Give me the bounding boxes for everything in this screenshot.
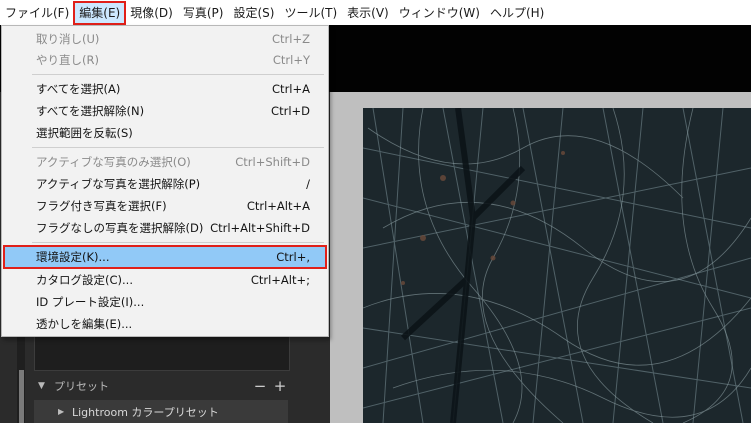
- add-preset-button[interactable]: +: [270, 377, 290, 395]
- menu-view[interactable]: 表示(V): [342, 2, 394, 24]
- presets-header[interactable]: ▼ プリセット − +: [34, 376, 290, 396]
- photo-preview[interactable]: [363, 108, 751, 423]
- menu-photo[interactable]: 写真(P): [178, 2, 229, 24]
- menu-item-undo[interactable]: 取り消し(U) Ctrl+Z: [4, 28, 326, 49]
- menu-item-invert-selection[interactable]: 選択範囲を反転(S): [4, 122, 326, 143]
- menu-bar: ファイル(F) 編集(E) 現像(D) 写真(P) 設定(S) ツール(T) 表…: [0, 0, 751, 26]
- panel-scrollbar-thumb[interactable]: [19, 370, 24, 423]
- menu-item-select-active-only[interactable]: アクティブな写真のみ選択(O) Ctrl+Shift+D: [4, 151, 326, 172]
- menu-item-deselect-active[interactable]: アクティブな写真を選択解除(P) /: [4, 173, 326, 194]
- menu-tools[interactable]: ツール(T): [279, 2, 342, 24]
- menu-item-select-all[interactable]: すべてを選択(A) Ctrl+A: [4, 78, 326, 99]
- menu-separator: [32, 242, 324, 243]
- menu-item-deselect-unflagged[interactable]: フラグなしの写真を選択解除(D) Ctrl+Alt+Shift+D: [4, 217, 326, 238]
- menu-item-deselect-all[interactable]: すべてを選択解除(N) Ctrl+D: [4, 100, 326, 121]
- triangle-down-icon[interactable]: ▼: [38, 381, 54, 391]
- preset-folder-row[interactable]: ▶ Lightroom カラープリセット: [34, 400, 288, 423]
- branches-photo: [363, 108, 751, 423]
- menu-settings[interactable]: 設定(S): [228, 2, 279, 24]
- menu-help[interactable]: ヘルプ(H): [485, 2, 549, 24]
- edit-menu-dropdown: 取り消し(U) Ctrl+Z やり直し(R) Ctrl+Y すべてを選択(A) …: [1, 25, 329, 337]
- menu-item-select-flagged[interactable]: フラグ付き写真を選択(F) Ctrl+Alt+A: [4, 195, 326, 216]
- menu-item-catalog-settings[interactable]: カタログ設定(C)... Ctrl+Alt+;: [4, 269, 326, 290]
- menu-separator: [32, 74, 324, 75]
- menu-item-preferences[interactable]: 環境設定(K)... Ctrl+,: [3, 245, 327, 269]
- menu-edit[interactable]: 編集(E): [73, 0, 127, 25]
- menu-separator: [32, 147, 324, 148]
- menu-item-edit-watermarks[interactable]: 透かしを編集(E)...: [4, 313, 326, 334]
- triangle-right-icon[interactable]: ▶: [58, 407, 72, 416]
- menu-item-identity-plate[interactable]: ID プレート設定(I)...: [4, 291, 326, 312]
- remove-preset-button[interactable]: −: [250, 377, 270, 395]
- preset-folder-label: Lightroom カラープリセット: [72, 405, 219, 419]
- panel-content-box: [34, 335, 290, 371]
- menu-item-redo[interactable]: やり直し(R) Ctrl+Y: [4, 49, 326, 70]
- menu-window[interactable]: ウィンドウ(W): [394, 2, 485, 24]
- presets-title: プリセット: [54, 380, 109, 393]
- menu-file[interactable]: ファイル(F): [0, 2, 74, 24]
- menu-develop[interactable]: 現像(D): [125, 2, 178, 24]
